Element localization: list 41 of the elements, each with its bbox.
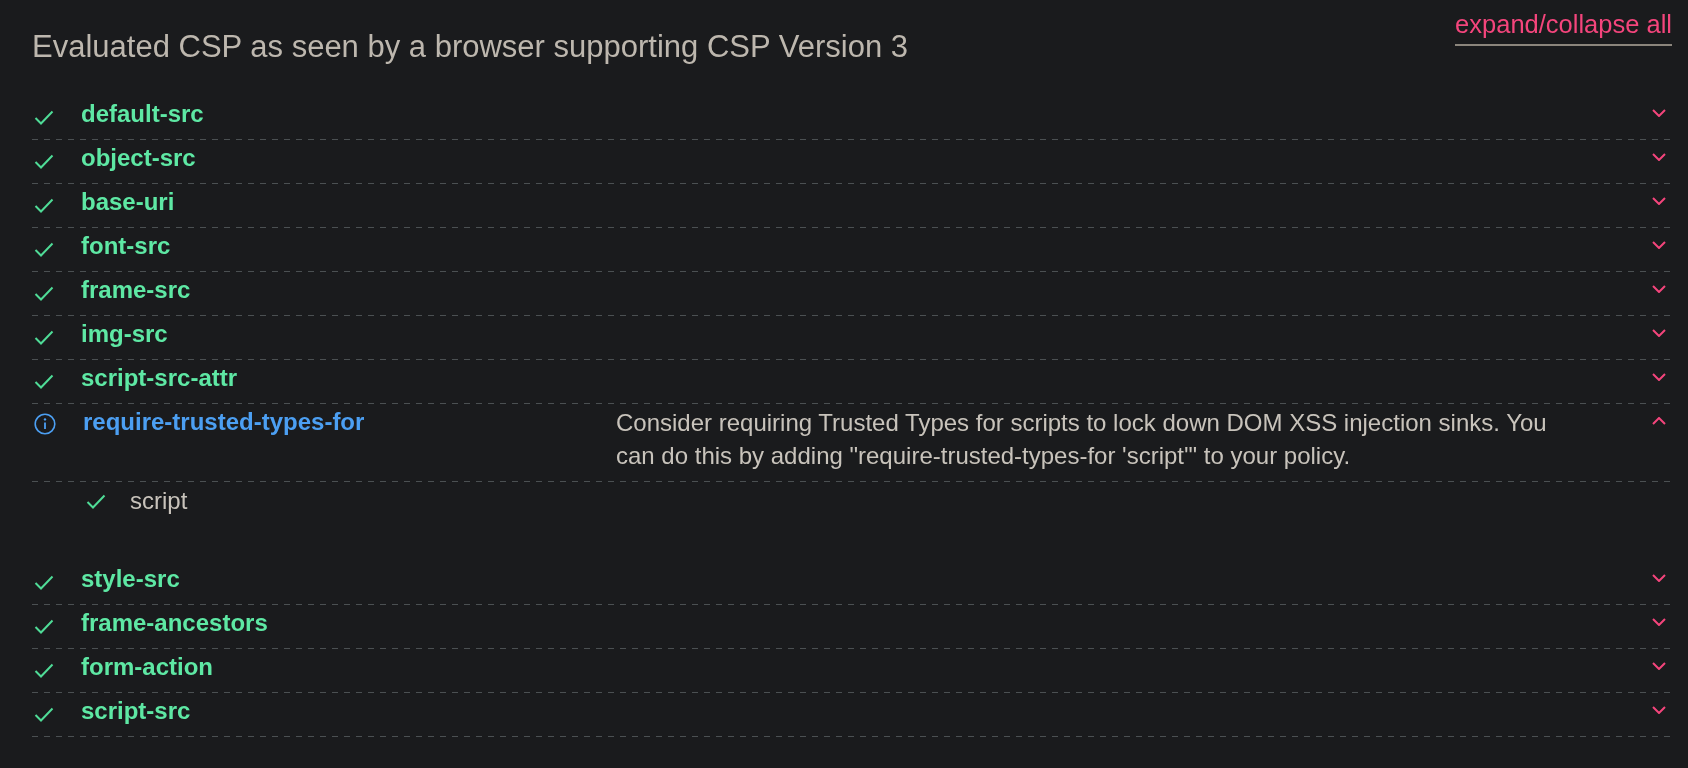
chevron-down-icon[interactable] [1652,153,1666,161]
check-icon [34,242,54,257]
expand-collapse-link[interactable]: expand/collapse all [1455,9,1672,46]
directive-description: Consider requiring Trusted Types for scripts to lock down DOM XSS injection sinks. You can do this by adding "require-trusted-types-for 'script'" to your policy. [616,408,1548,471]
check-icon [34,707,54,722]
chevron-down-icon[interactable] [1652,574,1666,582]
check-icon [34,575,54,590]
check-icon [34,619,54,634]
directive-name: frame-src [81,275,192,305]
check-icon [34,663,54,678]
directive-name: base-uri [81,187,176,217]
chevron-down-icon[interactable] [1652,197,1666,205]
check-icon [34,330,54,345]
chevron-down-icon[interactable] [1652,662,1666,670]
check-icon [34,110,54,125]
directive-name: default-src [81,99,205,129]
chevron-down-icon[interactable] [1652,329,1666,337]
check-icon [34,374,54,389]
directive-name: script-src-attr [81,363,239,393]
directive-name: style-src [81,564,181,594]
directive-name: form-action [81,652,214,682]
chevron-down-icon[interactable] [1652,618,1666,626]
check-icon [34,154,54,169]
check-icon [34,198,54,213]
chevron-down-icon[interactable] [1652,706,1666,714]
directive-name: script-src [81,696,192,726]
directive-name: font-src [81,231,172,261]
directive-name: require-trusted-types-for [83,407,366,437]
info-icon [34,413,56,435]
check-icon [34,286,54,301]
chevron-down-icon[interactable] [1652,241,1666,249]
chevron-down-icon[interactable] [1652,285,1666,293]
directive-value: script [130,487,188,515]
directive-name: object-src [81,143,197,173]
chevron-up-icon[interactable] [1652,417,1666,425]
chevron-down-icon[interactable] [1652,373,1666,381]
directive-name: img-src [81,319,169,349]
directive-name: frame-ancestors [81,608,269,638]
check-icon [86,494,106,509]
chevron-down-icon[interactable] [1652,109,1666,117]
page-title: Evaluated CSP as seen by a browser supporting CSP Version 3 [32,29,908,65]
